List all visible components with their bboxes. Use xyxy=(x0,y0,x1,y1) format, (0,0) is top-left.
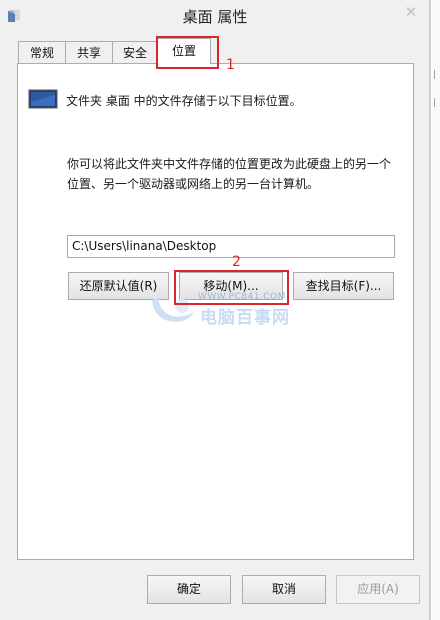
annotation-marker-2: 2 xyxy=(232,254,241,270)
description-line-2: 位置、另一个驱动器或网络上的另一台计算机。 xyxy=(67,177,320,191)
close-button[interactable]: ✕ xyxy=(398,2,424,22)
description-line-1: 你可以将此文件夹中文件存储的位置更改为此硬盘上的另一个 xyxy=(67,157,392,171)
properties-dialog: 桌面 属性 ✕ 常规 共享 安全 位置 1 文件夹 桌面 中的文件存储于以下目标… xyxy=(0,0,430,620)
background-window-edge: | | xyxy=(430,0,440,620)
watermark-text: 电脑百事网 xyxy=(200,308,290,328)
background-edge-mark: | xyxy=(433,70,437,80)
target-path-field[interactable]: C:\Users\linana\Desktop xyxy=(67,235,395,258)
window-title: 桌面 属性 xyxy=(182,8,248,26)
highlight-box-move-button xyxy=(174,270,289,305)
cancel-button[interactable]: 取消 xyxy=(242,575,326,604)
highlight-box-location-tab xyxy=(156,36,219,69)
apply-button[interactable]: 应用(A) xyxy=(336,575,420,604)
annotation-marker-1: 1 xyxy=(226,57,235,73)
ok-button[interactable]: 确定 xyxy=(147,575,231,604)
background-edge-mark: | xyxy=(433,98,437,108)
desktop-monitor-icon xyxy=(28,89,58,109)
tab-security[interactable]: 安全 xyxy=(112,41,158,63)
tab-sharing[interactable]: 共享 xyxy=(65,41,113,63)
location-header-text: 文件夹 桌面 中的文件存储于以下目标位置。 xyxy=(66,94,302,108)
tab-general[interactable]: 常规 xyxy=(18,41,66,63)
title-bar: 桌面 属性 ✕ xyxy=(0,0,430,32)
